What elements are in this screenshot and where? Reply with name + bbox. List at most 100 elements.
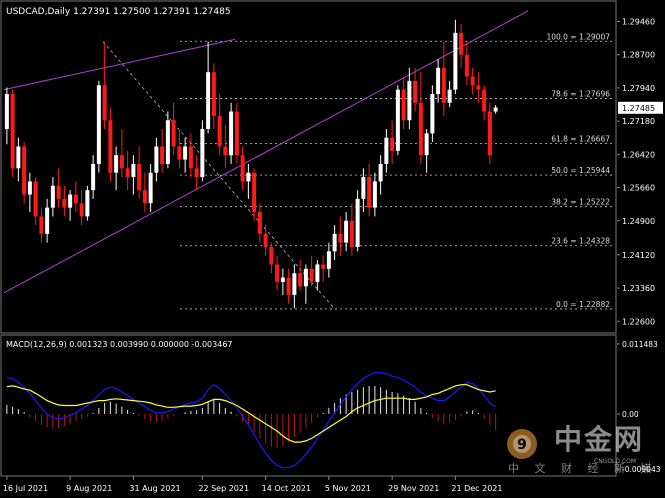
candle-body <box>355 198 360 247</box>
candle-body <box>165 120 170 164</box>
date-tick-label: 14 Oct 2021 <box>262 484 311 493</box>
candle-body <box>229 111 234 156</box>
candle-body <box>68 194 73 208</box>
candle-body <box>79 203 84 217</box>
candle-body <box>292 273 297 296</box>
candle-body <box>447 89 452 103</box>
candle-body <box>4 94 9 129</box>
candle-body <box>27 181 32 195</box>
cngold-logo-icon: 9 <box>507 429 537 459</box>
date-tick-label: 5 Nov 2021 <box>325 484 371 493</box>
candle-body <box>246 172 251 182</box>
price-tick-label: 1.23360 <box>622 284 655 293</box>
price-tick-label: 1.25660 <box>622 184 655 193</box>
candle-body <box>424 133 429 156</box>
candle-body <box>142 190 147 204</box>
candle-body <box>390 137 395 151</box>
watermark: 9 中金网 CNGOLD.COM 中 文 财 经 新 媒 体 <box>502 423 665 475</box>
candle-body <box>436 67 441 95</box>
candle-body <box>309 268 314 282</box>
candle-body <box>372 181 377 208</box>
candle-body <box>223 146 228 156</box>
macd-tick-label: 0.011483 <box>622 340 658 349</box>
candle-body <box>275 264 280 282</box>
candle-body <box>493 107 498 112</box>
candle-body <box>441 67 446 103</box>
candle-body <box>16 146 21 169</box>
price-tick-label: 1.29460 <box>622 17 655 26</box>
candle-body <box>206 72 211 129</box>
candle-body <box>269 246 274 265</box>
candle-body <box>91 163 96 191</box>
price-tick-label: 1.27940 <box>622 84 655 93</box>
candle-body <box>361 177 366 199</box>
symbol-label: USDCAD,Daily 1.27391 1.27500 1.27391 1.2… <box>6 7 231 17</box>
candle-body <box>114 155 119 173</box>
candle-body <box>125 168 130 178</box>
chart-canvas: 100.0 = 1.29007 78.6 = 1.27696 61.8 = 1.26… <box>0 0 665 494</box>
svg-text:9: 9 <box>517 437 527 453</box>
candle-body <box>119 155 124 169</box>
candle-body <box>211 72 216 116</box>
candle-body <box>476 85 481 90</box>
candle-body <box>183 146 188 160</box>
candle-body <box>45 207 50 234</box>
candle-body <box>194 168 199 178</box>
candle-body <box>430 94 435 134</box>
current-price-label: 1.27485 <box>622 104 655 113</box>
watermark-brand: 中金网 <box>554 423 645 456</box>
candle-body <box>332 233 337 252</box>
candle-body <box>321 264 326 269</box>
candle-body <box>344 220 349 243</box>
candle-body <box>338 233 343 243</box>
fib-label: 61.8 = 1.26667 <box>551 135 610 144</box>
candle-body <box>160 146 165 164</box>
candle-body <box>487 111 492 156</box>
candle-body <box>234 111 239 156</box>
candle-body <box>378 163 383 182</box>
candle-body <box>367 177 372 208</box>
candle-body <box>96 85 101 164</box>
fib-label: 38.2 = 1.25222 <box>551 198 610 207</box>
candle-body <box>50 185 55 208</box>
price-tick-label: 1.22600 <box>622 317 655 326</box>
fib-label: 23.6 = 1.24328 <box>551 237 610 246</box>
date-tick-label: 29 Nov 2021 <box>388 484 439 493</box>
candle-body <box>326 251 331 269</box>
candle-body <box>482 89 487 112</box>
watermark-subtitle: 中 文 财 经 新 媒 体 <box>508 462 665 475</box>
candle-body <box>10 94 15 169</box>
candle-body <box>177 146 182 160</box>
candle-body <box>137 163 142 191</box>
price-tick-label: 1.24120 <box>622 251 655 260</box>
candle-body <box>22 146 27 195</box>
date-tick-label: 31 Aug 2021 <box>129 484 180 493</box>
candle-body <box>407 80 412 121</box>
fib-label: 78.6 = 1.27696 <box>551 90 610 99</box>
candle-body <box>384 137 389 164</box>
candle-body <box>303 268 308 287</box>
candle-body <box>85 190 90 217</box>
candle-body <box>453 32 458 90</box>
candle-body <box>286 277 291 296</box>
candle-body <box>280 277 285 282</box>
candle-body <box>418 102 423 156</box>
candle-body <box>154 146 159 173</box>
candle-body <box>131 163 136 178</box>
candle-body <box>470 76 475 86</box>
price-tick-label: 1.26420 <box>622 150 655 159</box>
candle-body <box>217 115 222 147</box>
date-tick-label: 21 Dec 2021 <box>451 484 502 493</box>
candle-body <box>257 212 262 234</box>
candle-body <box>349 220 354 247</box>
fib-label: 100.0 = 1.29007 <box>546 32 610 41</box>
candle-body <box>263 233 268 247</box>
candle-body <box>200 128 205 178</box>
candle-body <box>108 120 113 173</box>
candle-body <box>56 185 61 199</box>
candle-body <box>148 172 153 204</box>
macd-label: MACD(12,26,9) 0.001323 0.003990 0.000000… <box>6 340 233 349</box>
candle-body <box>73 194 78 204</box>
candle-body <box>401 89 406 121</box>
candle-body <box>459 32 464 55</box>
